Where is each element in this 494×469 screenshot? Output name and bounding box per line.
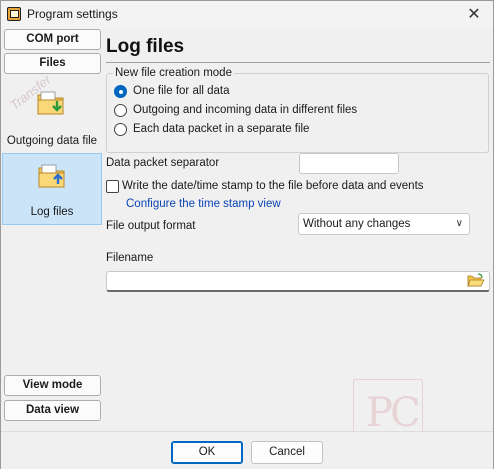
separator-label: Data packet separator [106, 157, 220, 169]
main-panel: Log files New file creation mode One fil… [103, 29, 493, 431]
title-divider [106, 62, 490, 63]
output-format-label: File output format [106, 220, 196, 232]
serial-port-icon [7, 7, 21, 21]
radio-label: One file for all data [133, 85, 230, 97]
creation-mode-group: New file creation mode One file for all … [106, 67, 489, 153]
folder-upload-icon [38, 164, 65, 188]
open-folder-icon[interactable] [467, 273, 485, 288]
title-bar: Program settings ✕ [1, 1, 493, 29]
filename-label: Filename [106, 252, 154, 264]
folder-download-icon [37, 91, 64, 115]
radio-indicator[interactable] [114, 104, 127, 117]
sidebar-item-log-files[interactable]: Log files [2, 153, 102, 225]
sidebar-item-label: Outgoing data file [6, 135, 98, 147]
output-format-value: Without any changes [303, 218, 411, 230]
dialog-footer: OK Cancel [1, 431, 493, 469]
settings-window: Program settings ✕ COM port Files Outgoi… [0, 0, 494, 469]
files-button[interactable]: Files [4, 53, 101, 74]
filename-input[interactable] [106, 271, 490, 292]
timestamp-label: Write the date/time stamp to the file be… [122, 180, 424, 192]
configure-timestamp-link[interactable]: Configure the time stamp view [126, 198, 281, 210]
window-title: Program settings [27, 7, 118, 21]
close-button[interactable]: ✕ [463, 4, 485, 26]
cancel-button[interactable]: Cancel [251, 441, 323, 464]
radio-indicator[interactable] [114, 85, 127, 98]
radio-indicator[interactable] [114, 123, 127, 136]
com-port-button[interactable]: COM port [4, 29, 101, 50]
chevron-down-icon: ∨ [455, 218, 463, 229]
sidebar: COM port Files Outgoing data file Log fi… [1, 29, 103, 431]
data-view-button[interactable]: Data view [4, 400, 101, 421]
radio-label: Outgoing and incoming data in different … [133, 104, 358, 116]
timestamp-checkbox[interactable] [106, 180, 119, 193]
view-mode-button[interactable]: View mode [4, 375, 101, 396]
ok-button[interactable]: OK [171, 441, 243, 464]
page-title: Log files [106, 36, 185, 57]
separator-input[interactable] [299, 153, 399, 174]
output-format-select[interactable]: Without any changes ∨ [298, 213, 470, 235]
sidebar-item-label: Log files [30, 206, 74, 218]
radio-label: Each data packet in a separate file [133, 123, 310, 135]
creation-mode-legend: New file creation mode [113, 67, 234, 79]
